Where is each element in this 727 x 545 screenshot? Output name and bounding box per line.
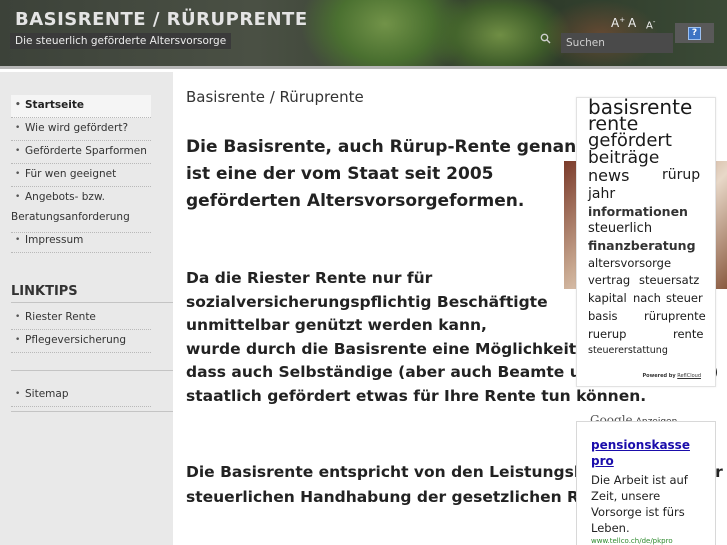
paragraph-line: staatlich gefördert etwas für Ihre Rente…	[186, 386, 647, 405]
sidebar-item-label: Startseite	[25, 99, 84, 111]
tag-link[interactable]: rente	[673, 327, 703, 341]
sidebar-item-sitemap[interactable]: • Sitemap	[11, 384, 151, 407]
ad-box[interactable]: pensionskasse pro Die Arbeit ist auf Zei…	[576, 421, 716, 545]
tag-link[interactable]: steuerlich	[588, 221, 652, 236]
sidebar-item-label: Wie wird gefördert?	[25, 122, 129, 134]
tag-link[interactable]: jahr	[588, 186, 615, 202]
sidebar-divider	[11, 302, 173, 303]
bullet-icon: •	[15, 146, 21, 156]
page-title: Basisrente / Rüruprente	[186, 88, 364, 106]
bullet-icon: •	[15, 123, 21, 133]
help-button[interactable]: ?	[675, 23, 714, 43]
paragraph-line: geförderten Altersvorsorgeformen.	[186, 191, 525, 211]
ad-url[interactable]: www.tellco.ch/de/pkpro	[591, 537, 673, 545]
site-title[interactable]: BASISRENTE / RÜRUPRENTE	[15, 9, 308, 30]
tag-link[interactable]: steuererstattung	[588, 345, 668, 356]
tag-link[interactable]: news	[588, 166, 629, 185]
sidebar-item-label: Geförderte Sparformen	[25, 145, 147, 157]
sidebar-item-riester[interactable]: • Riester Rente	[11, 307, 151, 330]
bullet-icon: •	[15, 335, 21, 345]
tag-link[interactable]: nach	[633, 291, 661, 305]
paragraph-line: Die Basisrente, auch Rürup-Rente genannt…	[186, 137, 603, 157]
sidebar-item-label: Riester Rente	[25, 311, 96, 323]
paragraph-line: ist eine der vom Staat seit 2005	[186, 164, 494, 184]
search-icon	[540, 33, 553, 46]
sidebar-item-label: Impressum	[25, 234, 84, 246]
bullet-icon: •	[15, 192, 21, 202]
sidebar-divider	[11, 370, 173, 371]
tag-link[interactable]: kapital	[588, 291, 627, 305]
linktips-heading: LINKTIPS	[11, 284, 78, 299]
sidebar-item-foerderung[interactable]: • Wie wird gefördert?	[11, 118, 151, 141]
site-header: BASISRENTE / RÜRUPRENTE Die steuerlich g…	[0, 0, 727, 69]
tag-link[interactable]: ruerup	[588, 327, 626, 341]
sidebar-item-pflege[interactable]: • Pflegeversicherung	[11, 330, 151, 353]
sidebar-item-label: Angebots- bzw.	[25, 191, 105, 203]
credit-link[interactable]: ReflCloud	[677, 373, 701, 379]
bullet-icon: •	[15, 100, 21, 110]
tag-link[interactable]: beiträge	[588, 148, 659, 168]
sidebar-item-geeignet[interactable]: • Für wen geeignet	[11, 164, 151, 187]
tag-link[interactable]: rürup	[662, 167, 700, 183]
bullet-icon: •	[15, 389, 21, 399]
sidebar-item-startseite[interactable]: • Startseite	[11, 95, 151, 118]
intro-paragraph: Die Basisrente, auch Rürup-Rente genannt…	[186, 134, 603, 215]
bullet-icon: •	[15, 312, 21, 322]
sidebar-item-label: Für wen geeignet	[25, 168, 117, 180]
credit-prefix: Powered by	[642, 373, 676, 379]
sidebar-item-label: Sitemap	[25, 388, 69, 400]
tag-link[interactable]: basis	[588, 309, 618, 323]
site-subtitle: Die steuerlich geförderte Altersvorsorge	[10, 33, 232, 49]
font-size-decrease-button[interactable]: A-	[646, 18, 655, 31]
ad-title-link[interactable]: pensionskasse pro	[591, 437, 711, 469]
bullet-icon: •	[15, 169, 21, 179]
tag-link[interactable]: rüruprente	[644, 309, 706, 323]
sidebar: • Startseite • Wie wird gefördert? • Gef…	[0, 72, 173, 545]
font-size-increase-button[interactable]: A+	[611, 16, 625, 30]
search-input[interactable]	[561, 33, 673, 53]
sidebar-item-label-continued: Beratungsanforderung	[11, 211, 130, 223]
tag-link[interactable]: informationen	[588, 204, 688, 219]
sidebar-divider	[11, 411, 173, 412]
sidebar-item-impressum[interactable]: • Impressum	[11, 230, 151, 253]
bullet-icon: •	[15, 235, 21, 245]
help-icon: ?	[688, 26, 701, 40]
sidebar-item-label: Pflegeversicherung	[25, 334, 127, 346]
sidebar-item-angebot[interactable]: • Angebots- bzw. Beratungsanforderung	[11, 187, 151, 233]
tag-link[interactable]: vertrag	[588, 273, 630, 287]
tag-cloud: basisrente rente gefördert beiträge news…	[576, 95, 716, 387]
tag-link[interactable]: steuersatz	[639, 273, 699, 287]
sidebar-item-sparformen[interactable]: • Geförderte Sparformen	[11, 141, 151, 164]
tag-link[interactable]: finanzberatung	[588, 238, 696, 253]
tagcloud-credit: Powered by ReflCloud	[643, 373, 701, 379]
tag-link[interactable]: altersvorsorge	[588, 256, 671, 270]
font-size-reset-button[interactable]: A	[628, 16, 636, 30]
ad-text: Die Arbeit ist auf Zeit, unsere Vorsorge…	[591, 473, 688, 535]
tag-link[interactable]: steuer	[666, 291, 703, 305]
